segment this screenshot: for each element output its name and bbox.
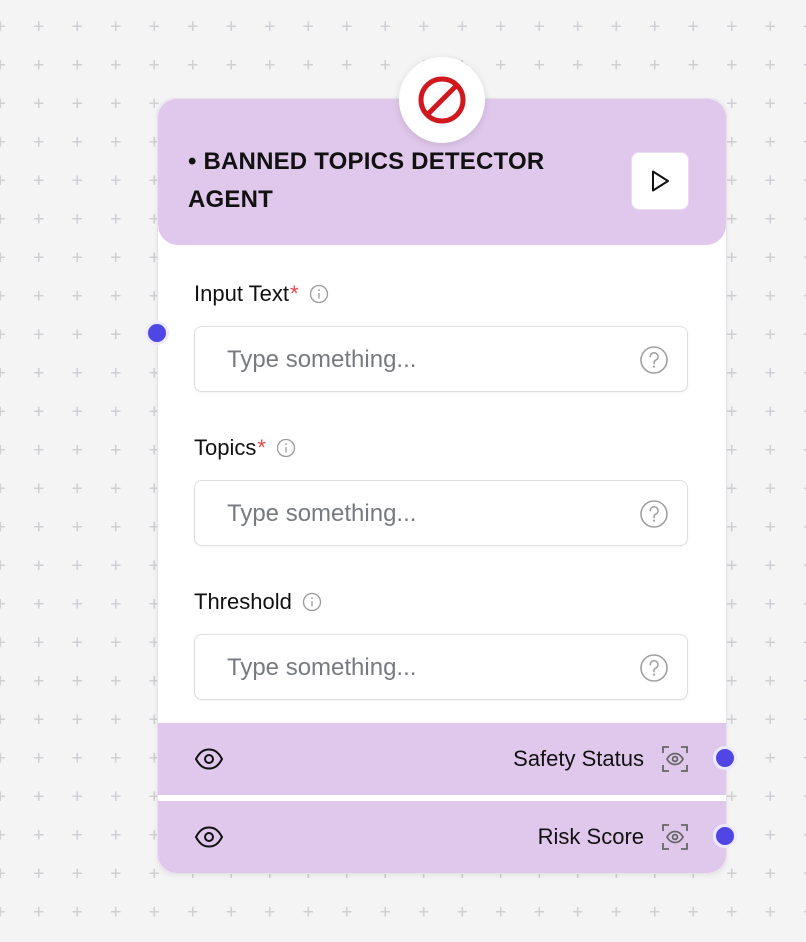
topics-label: Topics * [194, 435, 296, 461]
threshold-label-text: Threshold [194, 589, 292, 614]
info-icon[interactable] [276, 438, 296, 458]
threshold-label: Threshold [194, 589, 322, 615]
agent-node[interactable]: • BANNED TOPICS DETECTOR AGENT Input Tex… [157, 57, 727, 874]
node-title: • BANNED TOPICS DETECTOR AGENT [188, 148, 545, 213]
output-label: Safety Status [513, 746, 644, 771]
topics-label-text: Topics [194, 435, 257, 460]
output-label: Risk Score [537, 824, 644, 849]
eye-icon[interactable] [194, 746, 224, 772]
help-icon[interactable] [639, 653, 669, 683]
info-icon[interactable] [309, 284, 329, 304]
input-text-field[interactable] [194, 326, 688, 393]
input-text-label-text: Input Text [194, 281, 289, 306]
node-type-badge [399, 57, 485, 143]
output-handle-risk-score[interactable] [713, 824, 737, 848]
output-handle-safety-status[interactable] [713, 746, 737, 770]
input-handle[interactable] [145, 321, 169, 345]
threshold-input[interactable] [225, 635, 629, 701]
preview-scan-icon[interactable] [661, 823, 689, 851]
eye-icon[interactable] [194, 824, 224, 850]
help-icon[interactable] [639, 499, 669, 529]
run-button[interactable] [631, 152, 689, 210]
preview-scan-icon[interactable] [661, 745, 689, 773]
input-text-label: Input Text * [194, 281, 329, 307]
input-text-input[interactable] [225, 327, 629, 393]
output-risk-score[interactable]: Risk Score [158, 801, 726, 873]
required-marker: * [257, 435, 266, 460]
play-icon [652, 170, 669, 192]
required-marker: * [290, 281, 299, 306]
threshold-field[interactable] [194, 634, 688, 701]
topics-field[interactable] [194, 480, 688, 547]
info-icon[interactable] [302, 592, 322, 612]
help-icon[interactable] [639, 345, 669, 375]
no-entry-icon [418, 76, 466, 124]
output-safety-status[interactable]: Safety Status [158, 723, 726, 795]
topics-input[interactable] [225, 481, 629, 547]
